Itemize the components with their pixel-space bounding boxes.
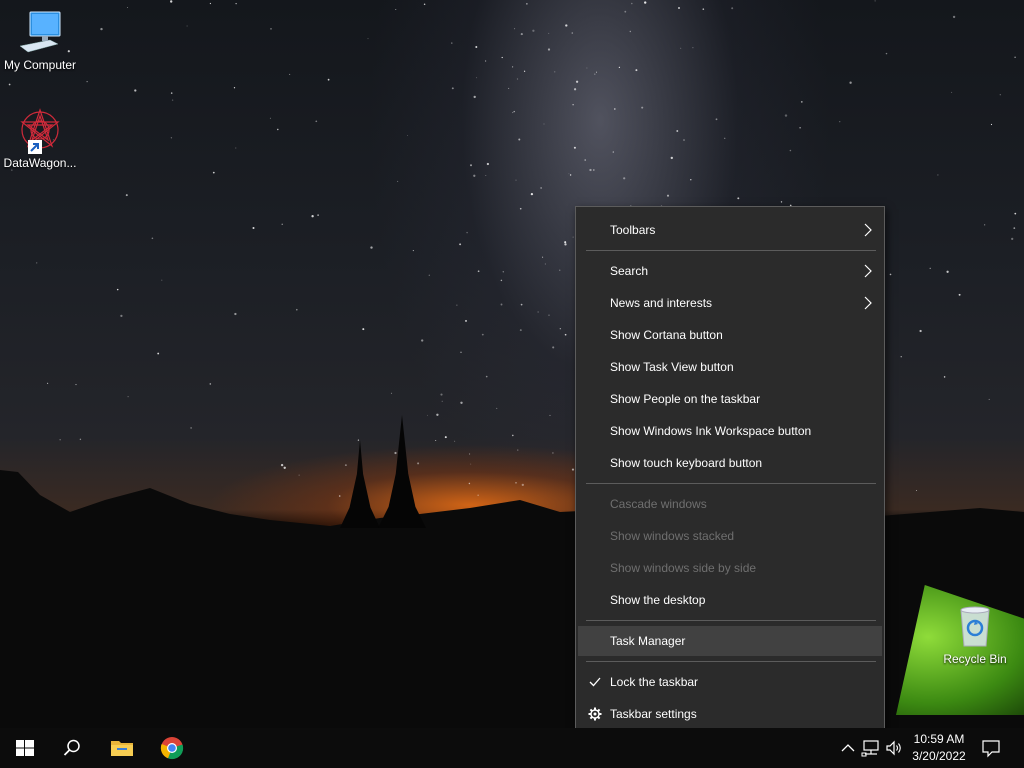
menu-item-label: Show People on the taskbar	[610, 392, 761, 406]
menu-item-news-and-interests[interactable]: News and interests	[578, 288, 882, 318]
recycle-bin-icon	[951, 602, 999, 650]
menu-item-show-windows-ink-workspace[interactable]: Show Windows Ink Workspace button	[578, 416, 882, 446]
desktop-icon-label: DataWagon...	[3, 156, 77, 170]
taskbar-search-button[interactable]	[48, 728, 96, 768]
menu-item-task-manager[interactable]: Task Manager	[578, 626, 882, 656]
datawagon-logo-icon	[16, 106, 64, 154]
menu-item-label: Show touch keyboard button	[610, 456, 763, 470]
menu-item-cascade-windows: Cascade windows	[578, 489, 882, 519]
menu-item-label: Show Task View button	[610, 360, 734, 374]
menu-item-show-windows-stacked: Show windows stacked	[578, 521, 882, 551]
menu-item-show-people[interactable]: Show People on the taskbar	[578, 384, 882, 414]
taskbar-file-explorer[interactable]	[98, 728, 146, 768]
menu-item-label: Search	[610, 264, 649, 278]
taskbar-context-menu: Toolbars Search News and interests Show …	[575, 206, 885, 738]
menu-item-label: Show windows stacked	[610, 529, 735, 543]
notification-icon[interactable]	[981, 738, 1001, 758]
chrome-icon	[160, 737, 184, 760]
menu-item-label: Taskbar settings	[610, 707, 697, 721]
chevron-up-icon[interactable]	[838, 738, 858, 758]
menu-item-label: Task Manager	[610, 634, 686, 648]
taskbar[interactable]: 10:59 AM 3/20/2022	[0, 728, 1024, 768]
menu-item-show-touch-keyboard[interactable]: Show touch keyboard button	[578, 448, 882, 478]
network-icon[interactable]	[861, 738, 881, 758]
menu-item-label: Show the desktop	[610, 593, 706, 607]
menu-item-label: Toolbars	[610, 223, 656, 237]
menu-separator	[586, 483, 876, 484]
system-clock[interactable]: 10:59 AM 3/20/2022	[905, 731, 973, 765]
menu-separator	[586, 250, 876, 251]
volume-icon[interactable]	[884, 738, 904, 758]
menu-item-label: Lock the taskbar	[610, 675, 699, 689]
checkmark-icon	[589, 677, 601, 687]
menu-item-show-task-view-button[interactable]: Show Task View button	[578, 352, 882, 382]
menu-item-label: Show Cortana button	[610, 328, 723, 342]
menu-item-toolbars[interactable]: Toolbars	[578, 215, 882, 245]
desktop-icon-my-computer[interactable]: My Computer	[0, 8, 80, 72]
chevron-right-icon	[864, 296, 872, 310]
start-button[interactable]	[0, 728, 48, 768]
menu-item-show-cortana-button[interactable]: Show Cortana button	[578, 320, 882, 350]
desktop-icon-label: Recycle Bin	[943, 652, 1007, 666]
menu-item-label: Show Windows Ink Workspace button	[610, 424, 812, 438]
computer-icon	[16, 8, 64, 56]
menu-item-label: Cascade windows	[610, 497, 707, 511]
gear-icon	[588, 707, 602, 721]
menu-item-show-windows-side-by-side: Show windows side by side	[578, 553, 882, 583]
menu-separator	[586, 620, 876, 621]
file-explorer-icon	[111, 741, 133, 756]
search-icon	[63, 739, 80, 756]
menu-separator	[586, 661, 876, 662]
desktop-icon-label: My Computer	[3, 58, 77, 72]
menu-item-show-the-desktop[interactable]: Show the desktop	[578, 585, 882, 615]
desktop-icon-recycle-bin[interactable]: Recycle Bin	[935, 602, 1015, 666]
shortcut-arrow-icon	[28, 140, 42, 154]
menu-item-label: News and interests	[610, 296, 713, 310]
taskbar-chrome[interactable]	[148, 728, 196, 768]
desktop-icon-datawagon[interactable]: DataWagon...	[0, 106, 80, 170]
clock-time: 10:59 AM	[913, 732, 965, 746]
menu-item-search[interactable]: Search	[578, 256, 882, 286]
menu-item-taskbar-settings[interactable]: Taskbar settings	[578, 699, 882, 729]
chevron-right-icon	[864, 264, 872, 278]
menu-item-lock-the-taskbar[interactable]: Lock the taskbar	[578, 667, 882, 697]
menu-item-label: Show windows side by side	[610, 561, 757, 575]
clock-date: 3/20/2022	[912, 749, 966, 763]
windows-start-icon	[16, 740, 34, 756]
chevron-right-icon	[864, 223, 872, 237]
